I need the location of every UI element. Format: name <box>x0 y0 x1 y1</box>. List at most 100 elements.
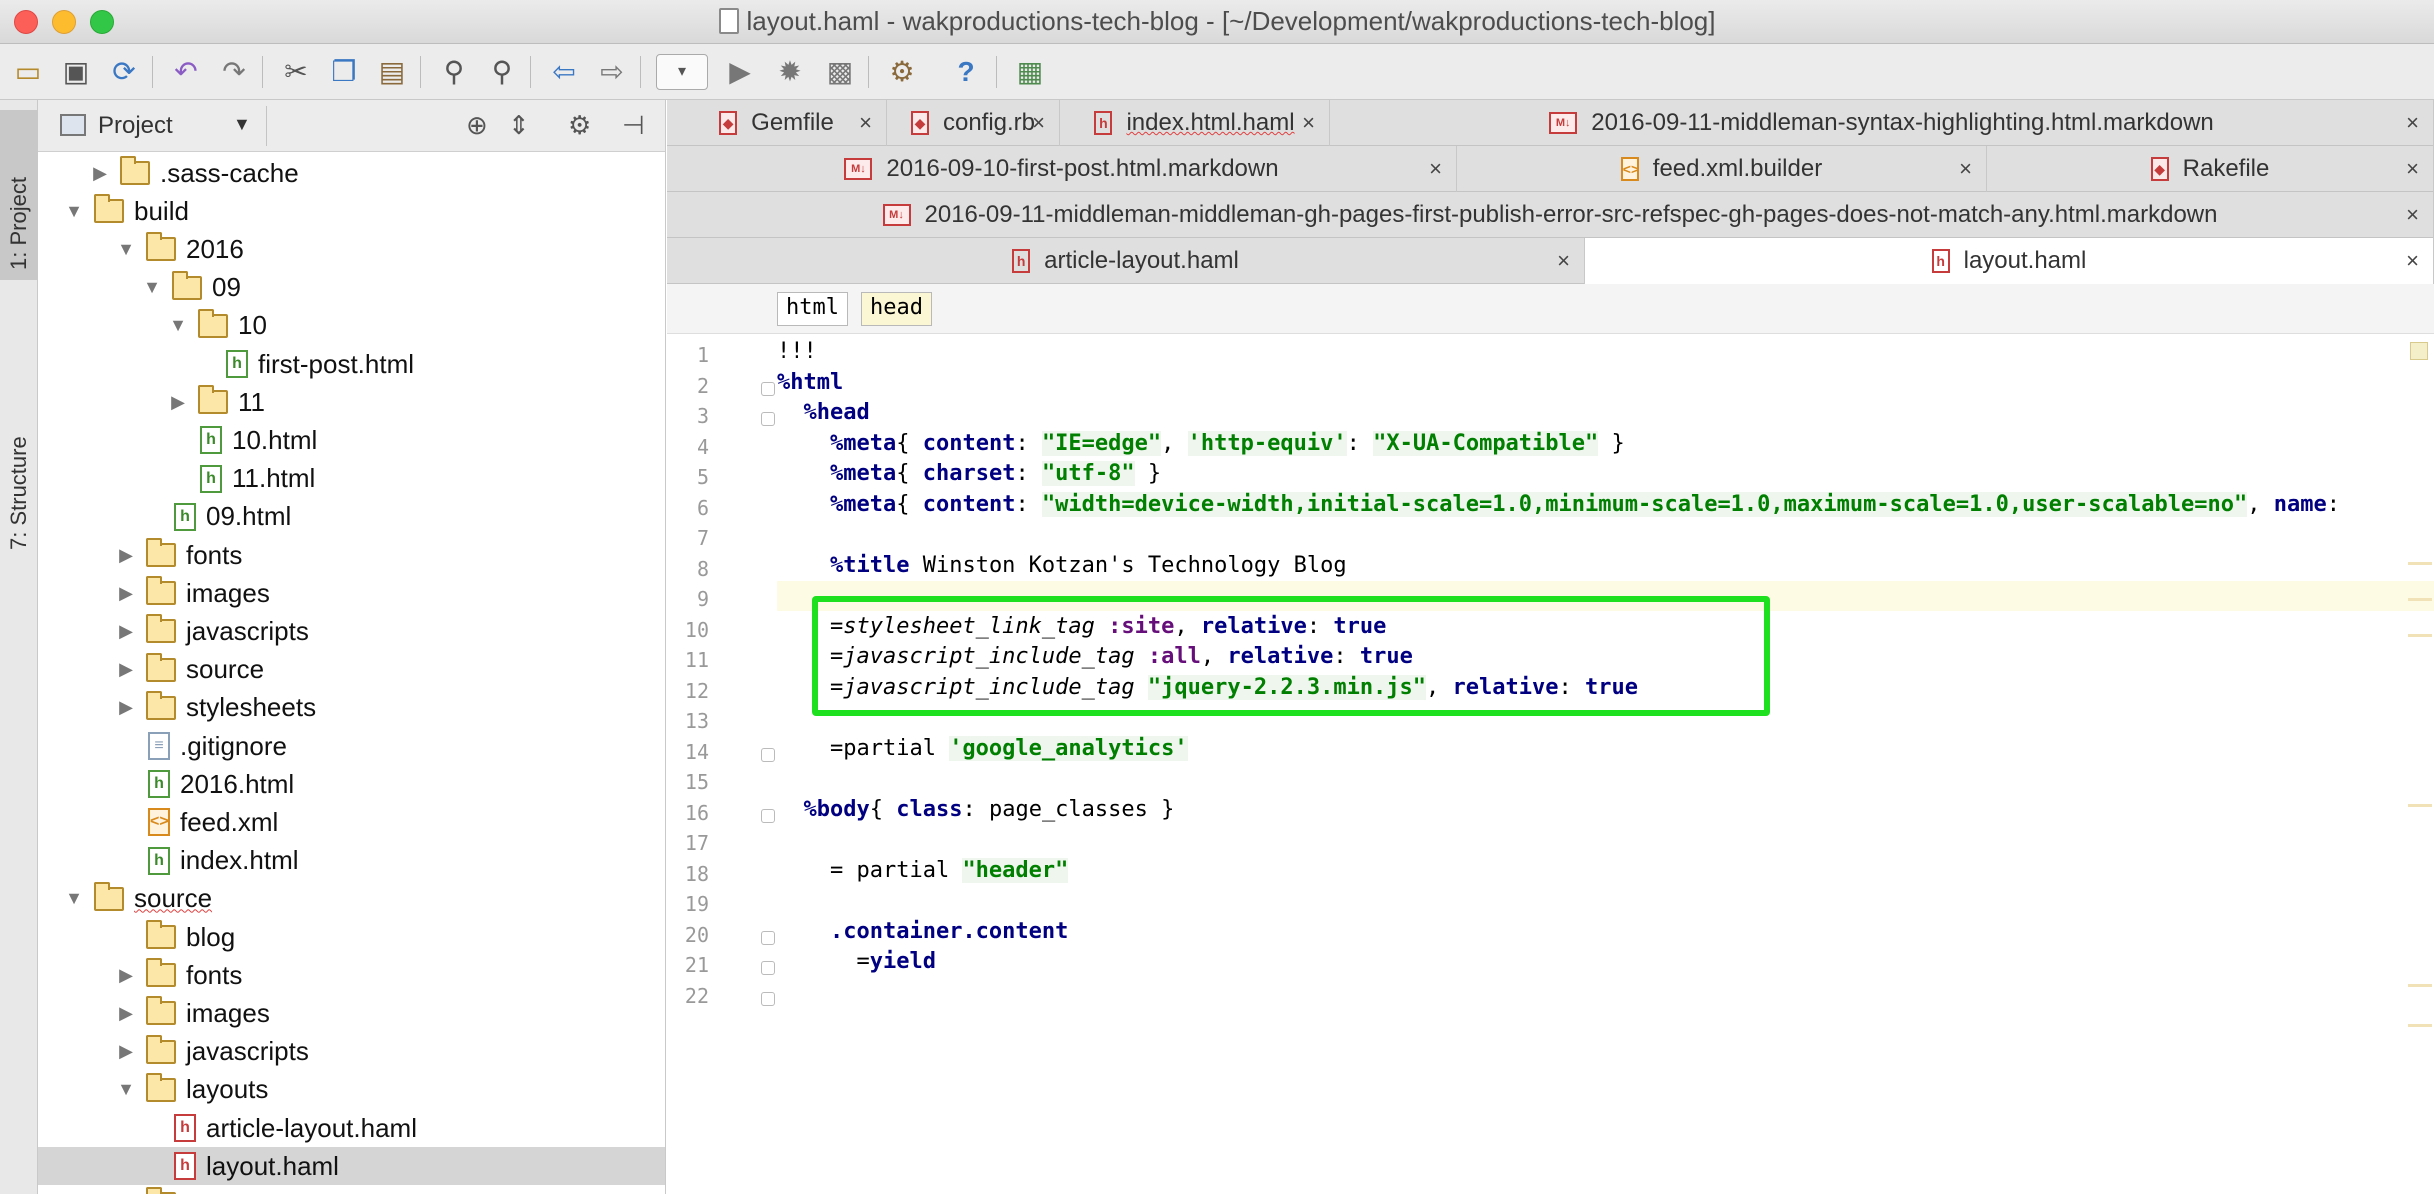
cut-icon[interactable]: ✂ <box>278 54 314 90</box>
tree-folder-item[interactable]: ▼ 10 <box>38 307 665 345</box>
hide-panel-icon[interactable]: ⊣ <box>622 110 645 141</box>
sync-icon[interactable]: ⟳ <box>106 54 142 90</box>
close-tab-icon[interactable]: × <box>2406 156 2419 182</box>
tree-folder-item[interactable]: ▼ build <box>38 192 665 230</box>
project-tool-tab[interactable]: 1: Project <box>0 110 38 280</box>
close-tab-icon[interactable]: × <box>1032 110 1045 136</box>
tree-file-item[interactable]: h 10.html <box>38 421 665 459</box>
tree-folder-item[interactable]: ▶ .sass-cache <box>38 154 665 192</box>
fold-marker-icon[interactable] <box>761 991 775 1006</box>
fold-marker-icon[interactable] <box>761 961 775 975</box>
chevron-down-icon[interactable]: ▼ <box>233 114 251 135</box>
collapsed-arrow-icon[interactable]: ▶ <box>88 163 112 184</box>
collapsed-arrow-icon[interactable]: ▶ <box>114 545 138 566</box>
fold-marker-icon[interactable] <box>761 930 775 945</box>
collapsed-arrow-icon[interactable]: ▶ <box>114 965 138 986</box>
settings-icon[interactable]: ⚙ <box>884 54 920 90</box>
breadcrumb-head[interactable]: head <box>861 292 932 326</box>
editor-tab[interactable]: <> feed.xml.builder × <box>1457 146 1987 192</box>
project-view-selector[interactable]: Project <box>98 112 173 140</box>
tree-folder-item[interactable]: ▶ javascripts <box>38 612 665 650</box>
editor-tab[interactable]: M↓ 2016-09-11-middleman-syntax-highlighti… <box>1330 100 2434 146</box>
redo-icon[interactable]: ↷ <box>216 54 252 90</box>
tree-folder-item[interactable]: blog <box>38 918 665 956</box>
run-config-dropdown[interactable]: ▾ <box>656 54 708 90</box>
coverage-icon[interactable]: ▩ <box>822 54 858 90</box>
tree-file-item[interactable]: h 11.html <box>38 460 665 498</box>
open-folder-icon[interactable]: ▭ <box>10 54 46 90</box>
collapsed-arrow-icon[interactable]: ▶ <box>114 659 138 680</box>
tree-folder-item[interactable]: ▼stylesheets <box>38 1185 665 1194</box>
close-tab-icon[interactable]: × <box>1429 156 1442 182</box>
tree-folder-item[interactable]: ▼ 09 <box>38 269 665 307</box>
tree-folder-item[interactable]: ▶ images <box>38 574 665 612</box>
collapsed-arrow-icon[interactable]: ▶ <box>114 1003 138 1024</box>
copy-icon[interactable]: ❐ <box>326 54 362 90</box>
tree-folder-item[interactable]: ▶ images <box>38 994 665 1032</box>
tree-folder-item[interactable]: ▼ 2016 <box>38 230 665 268</box>
editor-tab[interactable]: ◆ Gemfile × <box>667 100 887 146</box>
editor-tab[interactable]: ◆ config.rb × <box>887 100 1060 146</box>
debug-icon[interactable]: ✹ <box>772 54 808 90</box>
expanded-arrow-icon[interactable]: ▼ <box>140 277 164 298</box>
tree-file-item[interactable]: h layout.haml <box>38 1147 665 1186</box>
tree-folder-item[interactable]: ▶ fonts <box>38 536 665 574</box>
close-tab-icon[interactable]: × <box>1302 110 1315 136</box>
back-icon[interactable]: ⇦ <box>546 54 582 90</box>
locate-icon[interactable]: ⊕ <box>466 110 488 141</box>
collapsed-arrow-icon[interactable]: ▶ <box>114 621 138 642</box>
tree-file-item[interactable]: <> feed.xml <box>38 803 665 841</box>
fold-marker-icon[interactable] <box>761 381 775 396</box>
tree-folder-item[interactable]: ▶ source <box>38 651 665 689</box>
close-tab-icon[interactable]: × <box>2406 202 2419 228</box>
expanded-arrow-icon[interactable]: ▼ <box>114 1079 138 1100</box>
expanded-arrow-icon[interactable]: ▼ <box>114 239 138 260</box>
tree-folder-item[interactable]: ▶ javascripts <box>38 1033 665 1071</box>
save-icon[interactable]: ▣ <box>58 54 94 90</box>
inspection-status-icon[interactable] <box>2410 342 2428 360</box>
fold-marker-icon[interactable] <box>761 412 775 426</box>
find-icon[interactable]: ⚲ <box>436 54 472 90</box>
editor-tab[interactable]: ◆ Rakefile × <box>1987 146 2434 192</box>
forward-icon[interactable]: ⇨ <box>594 54 630 90</box>
tree-file-item[interactable]: h index.html <box>38 842 665 880</box>
tree-file-item[interactable]: ≡ .gitignore <box>38 727 665 765</box>
structure-tool-tab[interactable]: 7: Structure <box>0 290 38 560</box>
replace-icon[interactable]: ⚲ <box>484 54 520 90</box>
tree-folder-item[interactable]: ▶ 11 <box>38 383 665 421</box>
collapsed-arrow-icon[interactable]: ▶ <box>166 392 190 413</box>
fold-marker-icon[interactable] <box>761 747 775 762</box>
close-tab-icon[interactable]: × <box>1557 248 1570 274</box>
breadcrumb-html[interactable]: html <box>777 292 848 326</box>
collapsed-arrow-icon[interactable]: ▶ <box>114 1041 138 1062</box>
close-tab-icon[interactable]: × <box>1959 156 1972 182</box>
code-editor[interactable]: !!! %html %head %meta{ content: "IE=edge"… <box>777 334 2434 1194</box>
tree-folder-item[interactable]: ▼ layouts <box>38 1071 665 1109</box>
tree-folder-item[interactable]: ▼ source <box>38 880 665 918</box>
close-tab-icon[interactable]: × <box>2406 110 2419 136</box>
tree-file-item[interactable]: h first-post.html <box>38 345 665 383</box>
editor-tab[interactable]: M↓ 2016-09-10-first-post.html.markdown × <box>667 146 1457 192</box>
run-icon[interactable]: ▶ <box>722 54 758 90</box>
sdk-icon[interactable]: ▦ <box>1012 54 1048 90</box>
close-tab-icon[interactable]: × <box>859 110 872 136</box>
collapsed-arrow-icon[interactable]: ▶ <box>114 697 138 718</box>
close-tab-icon[interactable]: × <box>2406 248 2419 274</box>
collapse-all-icon[interactable]: ⇕ <box>508 110 530 141</box>
expanded-arrow-icon[interactable]: ▼ <box>166 315 190 336</box>
tree-file-item[interactable]: h article-layout.haml <box>38 1109 665 1147</box>
editor-tab[interactable]: h index.html.haml × <box>1060 100 1330 146</box>
fold-marker-icon[interactable] <box>761 808 775 823</box>
editor-tab[interactable]: h layout.haml × <box>1585 238 2434 284</box>
gear-icon[interactable]: ⚙ <box>568 110 591 141</box>
paste-icon[interactable]: ▤ <box>374 54 410 90</box>
editor-tab[interactable]: h article-layout.haml × <box>667 238 1585 284</box>
expanded-arrow-icon[interactable]: ▼ <box>62 888 86 909</box>
collapsed-arrow-icon[interactable]: ▶ <box>114 583 138 604</box>
tree-file-item[interactable]: h 09.html <box>38 498 665 536</box>
expanded-arrow-icon[interactable]: ▼ <box>62 201 86 222</box>
tree-file-item[interactable]: h 2016.html <box>38 765 665 803</box>
tree-folder-item[interactable]: ▶ stylesheets <box>38 689 665 727</box>
editor-tab[interactable]: M↓ 2016-09-11-middleman-middleman-gh-page… <box>667 192 2434 238</box>
tree-folder-item[interactable]: ▶ fonts <box>38 956 665 994</box>
